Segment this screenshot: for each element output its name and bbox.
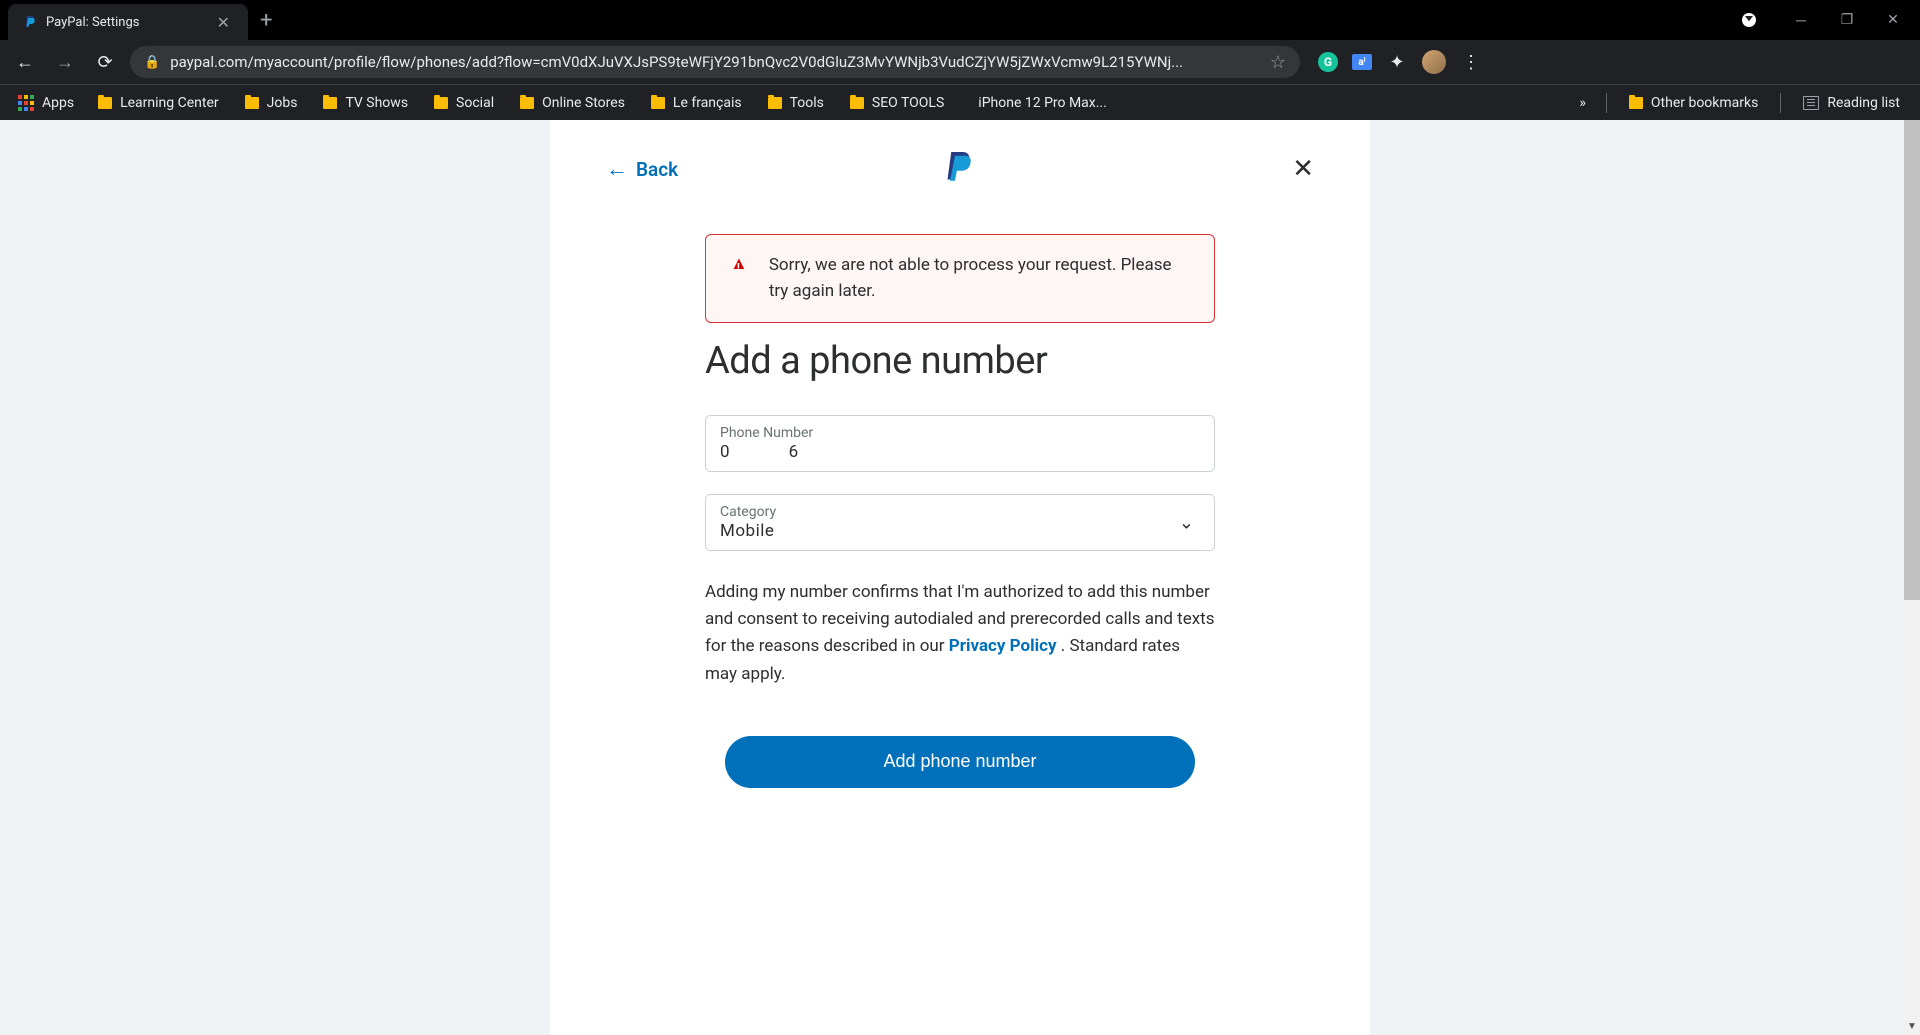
error-alert: ▲! Sorry, we are not able to process you… (705, 234, 1215, 323)
back-label: Back (636, 158, 678, 181)
apps-button[interactable]: Apps (10, 91, 82, 115)
alert-message: Sorry, we are not able to process your r… (769, 253, 1190, 304)
browser-chrome: PayPal: Settings ✕ + ─ ❐ ✕ ← → ⟳ 🔒 paypa… (0, 0, 1920, 120)
folder-icon (434, 97, 448, 109)
folder-icon (768, 97, 782, 109)
category-label: Category (720, 504, 1200, 520)
new-tab-button[interactable]: + (260, 8, 272, 33)
forward-nav-button[interactable]: → (50, 52, 80, 73)
bookmarks-bar: Apps Learning Center Jobs TV Shows Socia… (0, 84, 1920, 120)
bookmark-social[interactable]: Social (424, 91, 504, 115)
disclaimer-text: Adding my number confirms that I'm autho… (705, 579, 1215, 688)
back-arrow-icon: ← (606, 156, 628, 182)
bookmark-overflow-button[interactable]: » (1571, 95, 1594, 111)
warning-icon: ▲! (730, 253, 751, 304)
phone-number-input[interactable] (720, 442, 1200, 462)
profile-avatar[interactable] (1422, 50, 1446, 74)
bookmark-iphone[interactable]: iPhone 12 Pro Max... (960, 91, 1117, 115)
folder-icon (323, 97, 337, 109)
address-bar[interactable]: 🔒 paypal.com/myaccount/profile/flow/phon… (130, 46, 1300, 78)
lock-icon: 🔒 (144, 55, 160, 70)
reading-list-icon (1803, 96, 1819, 110)
close-dialog-button[interactable]: ✕ (1292, 154, 1314, 184)
bookmark-learning-center[interactable]: Learning Center (88, 91, 229, 115)
minimize-button[interactable]: ─ (1782, 12, 1820, 29)
reload-button[interactable]: ⟳ (90, 52, 120, 73)
back-nav-button[interactable]: ← (10, 52, 40, 73)
reading-list[interactable]: Reading list (1793, 91, 1910, 115)
bookmark-jobs[interactable]: Jobs (235, 91, 308, 115)
back-button[interactable]: ← Back (606, 156, 678, 182)
scroll-down-arrow[interactable]: ▼ (1904, 1019, 1920, 1035)
page-container: ← Back ✕ ▲! Sorry, we are not able to pr… (550, 120, 1370, 1035)
extensions-icon[interactable]: ✦ (1386, 51, 1408, 73)
close-tab-icon[interactable]: ✕ (213, 13, 234, 32)
folder-icon (520, 97, 534, 109)
window-controls: ─ ❐ ✕ (1742, 12, 1912, 29)
other-bookmarks[interactable]: Other bookmarks (1619, 91, 1768, 115)
privacy-policy-link[interactable]: Privacy Policy (949, 636, 1057, 656)
apps-grid-icon (18, 95, 34, 111)
separator (1780, 93, 1781, 113)
page-header: ← Back ✕ (606, 144, 1314, 194)
folder-icon (245, 97, 259, 109)
form-content: ▲! Sorry, we are not able to process you… (705, 234, 1215, 788)
tab-bar: PayPal: Settings ✕ + ─ ❐ ✕ (0, 0, 1920, 40)
star-icon[interactable]: ☆ (1270, 52, 1286, 73)
add-phone-button[interactable]: Add phone number (725, 736, 1195, 788)
tab-title: PayPal: Settings (46, 15, 205, 30)
bookmark-le-francais[interactable]: Le français (641, 91, 752, 115)
bookmark-tools[interactable]: Tools (758, 91, 834, 115)
maximize-button[interactable]: ❐ (1828, 12, 1866, 28)
close-window-button[interactable]: ✕ (1874, 12, 1912, 28)
extension-icons: G aⁱ ✦ ⋮ (1318, 50, 1482, 74)
scrollbar[interactable]: ▲ ▼ (1904, 120, 1920, 1035)
extension-indicator-icon[interactable] (1742, 13, 1756, 27)
translate-icon[interactable]: aⁱ (1352, 54, 1372, 70)
browser-menu-icon[interactable]: ⋮ (1460, 51, 1482, 73)
folder-icon (1629, 97, 1643, 109)
page-viewport: ← Back ✕ ▲! Sorry, we are not able to pr… (0, 120, 1920, 1035)
url-text: paypal.com/myaccount/profile/flow/phones… (170, 53, 1260, 71)
bookmark-seo-tools[interactable]: SEO TOOLS (840, 91, 954, 115)
paypal-favicon (22, 14, 38, 30)
folder-icon (651, 97, 665, 109)
category-value: Mobile (720, 521, 1200, 541)
page-title: Add a phone number (705, 339, 1215, 383)
grammarly-icon[interactable]: G (1318, 52, 1338, 72)
browser-tab[interactable]: PayPal: Settings ✕ (8, 4, 248, 40)
bookmark-online-stores[interactable]: Online Stores (510, 91, 635, 115)
url-bar-row: ← → ⟳ 🔒 paypal.com/myaccount/profile/flo… (0, 40, 1920, 84)
separator (1606, 93, 1607, 113)
category-field[interactable]: Category Mobile ⌄ (705, 494, 1215, 551)
bookmark-tv-shows[interactable]: TV Shows (313, 91, 418, 115)
paypal-logo (945, 149, 975, 189)
folder-icon (850, 97, 864, 109)
chevron-down-icon: ⌄ (1179, 512, 1194, 533)
phone-number-field[interactable]: Phone Number (705, 415, 1215, 472)
phone-number-label: Phone Number (720, 425, 1200, 441)
folder-icon (98, 97, 112, 109)
scroll-thumb[interactable] (1904, 120, 1920, 600)
